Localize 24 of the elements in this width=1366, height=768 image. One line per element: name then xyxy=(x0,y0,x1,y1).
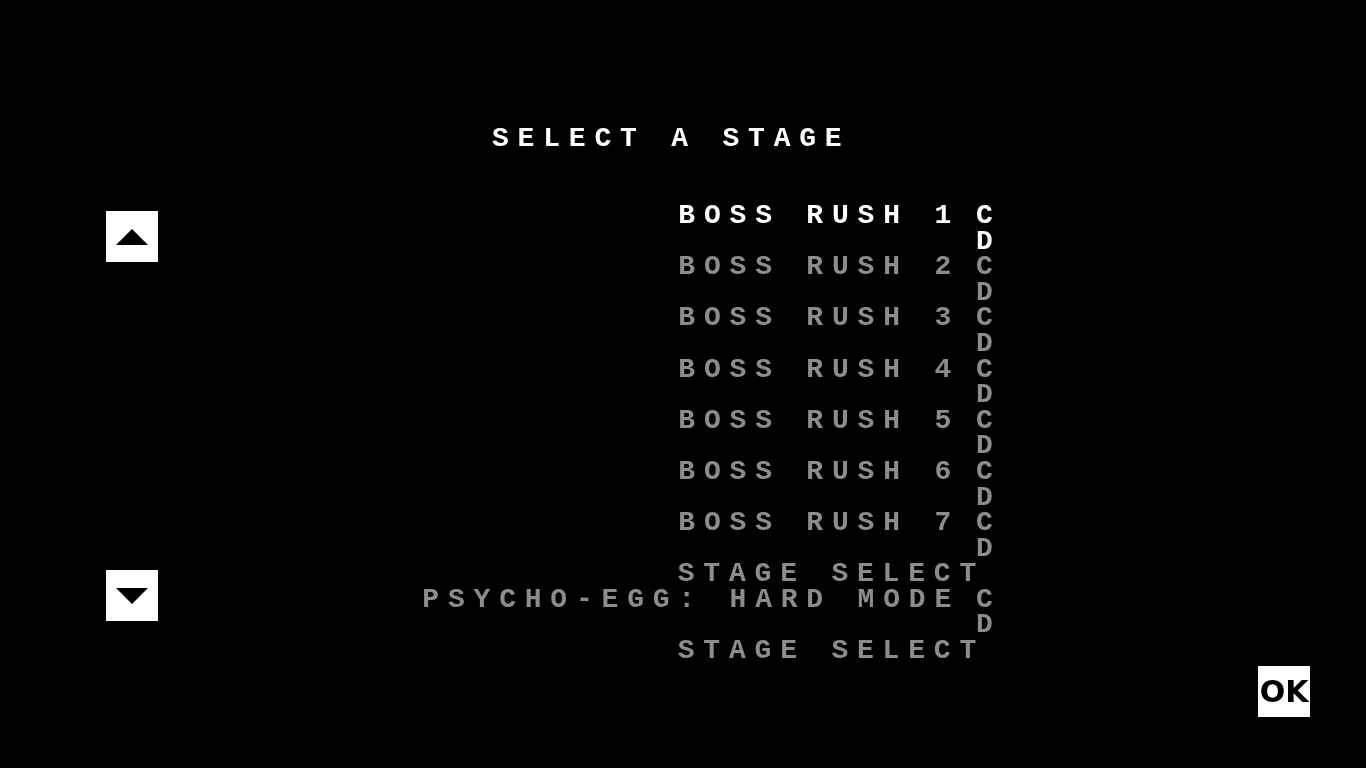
ok-button[interactable]: OK xyxy=(1258,666,1310,717)
stage-option[interactable]: BOSS RUSH 7 xyxy=(678,510,960,536)
stage-option[interactable]: BOSS RUSH 2 xyxy=(678,254,960,280)
stage-option[interactable]: PSYCHO-EGG: HARD MODE xyxy=(422,586,960,613)
scroll-down-button[interactable] xyxy=(106,570,158,621)
stage-code: CD xyxy=(976,586,1002,639)
stage-code: CD xyxy=(976,458,1002,511)
stage-caption: STAGE SELECT xyxy=(677,561,985,587)
stage-code: CD xyxy=(976,407,1002,459)
up-triangle-icon xyxy=(116,228,148,245)
scroll-up-button[interactable] xyxy=(106,211,158,262)
stage-option[interactable]: BOSS RUSH 5 xyxy=(678,407,960,434)
stage-code: CD xyxy=(976,356,1002,408)
stage-caption: STAGE SELECT xyxy=(677,638,985,664)
stage-code: CD xyxy=(976,305,1002,357)
stage-code: CD xyxy=(976,254,1002,306)
stage-code: CD xyxy=(976,203,1002,255)
stage-option[interactable]: BOSS RUSH 1 xyxy=(678,203,960,229)
stage-option[interactable]: BOSS RUSH 4 xyxy=(678,356,960,383)
screen-title: SELECT A STAGE xyxy=(492,126,851,152)
stage-code: CD xyxy=(976,510,1002,562)
stage-option[interactable]: BOSS RUSH 6 xyxy=(678,458,960,485)
down-triangle-icon xyxy=(116,587,148,604)
stage-option[interactable]: BOSS RUSH 3 xyxy=(678,305,960,331)
